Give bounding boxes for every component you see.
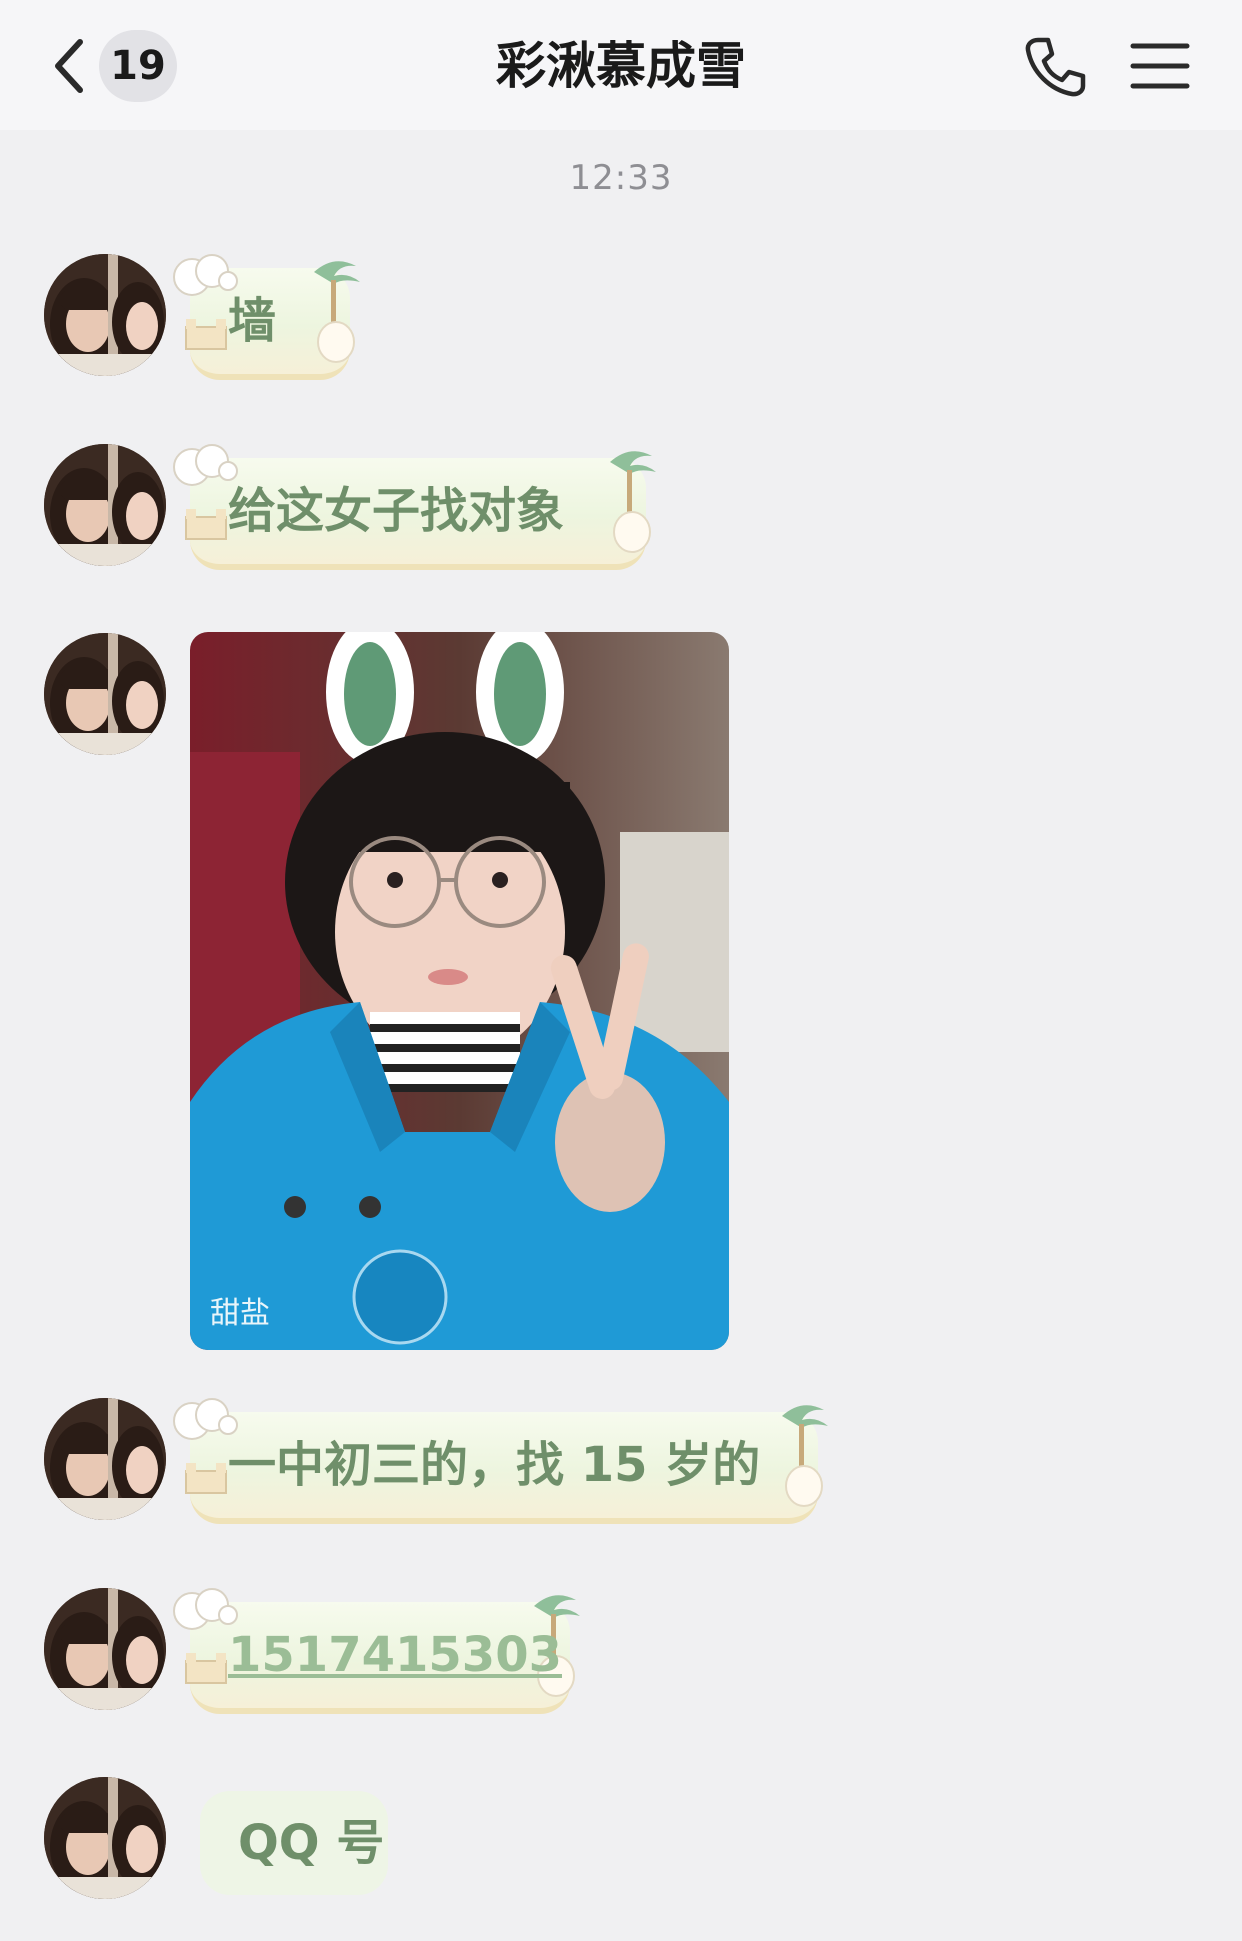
message-text: 一中初三的，找 15 岁的	[228, 1437, 761, 1493]
message-text: QQ 号	[238, 1815, 385, 1871]
hamburger-menu-icon[interactable]	[1130, 38, 1190, 94]
photo-message[interactable]: 甜盐	[190, 632, 729, 1350]
message-bubble[interactable]: 给这女子找对象	[173, 444, 656, 570]
castle-icon	[182, 1616, 232, 1722]
palm-bunny-icon	[772, 1398, 832, 1545]
sender-avatar[interactable]	[44, 633, 166, 755]
sender-avatar[interactable]	[44, 1588, 166, 1710]
message-text: 墙	[228, 293, 277, 349]
sender-avatar[interactable]	[44, 254, 166, 376]
sender-avatar[interactable]	[44, 444, 166, 566]
message-bubble[interactable]: QQ 号	[200, 1791, 388, 1895]
message-bubble[interactable]: 墙	[173, 254, 360, 380]
message-timestamp: 12:33	[569, 158, 673, 198]
chevron-left-icon[interactable]	[50, 36, 90, 96]
castle-icon	[182, 1426, 232, 1532]
chat-title: 彩湫慕成雪	[496, 37, 746, 95]
castle-icon	[182, 282, 232, 388]
photo-girl-bunny-ears-icon	[190, 632, 729, 1350]
unread-count-badge[interactable]: 19	[99, 30, 177, 102]
palm-bunny-icon	[304, 254, 364, 401]
palm-bunny-icon	[600, 444, 660, 591]
castle-icon	[182, 472, 232, 578]
message-bubble[interactable]: 1517415303	[173, 1588, 580, 1714]
phone-icon[interactable]	[1022, 34, 1088, 100]
photo-watermark: 甜盐	[210, 1296, 270, 1331]
message-bubble[interactable]: 一中初三的，找 15 岁的	[173, 1398, 828, 1524]
sender-avatar[interactable]	[44, 1777, 166, 1899]
sender-avatar[interactable]	[44, 1398, 166, 1520]
chat-header: 19 彩湫慕成雪	[0, 0, 1242, 130]
message-text: 给这女子找对象	[228, 483, 565, 539]
message-link-text[interactable]: 1517415303	[228, 1602, 562, 1708]
